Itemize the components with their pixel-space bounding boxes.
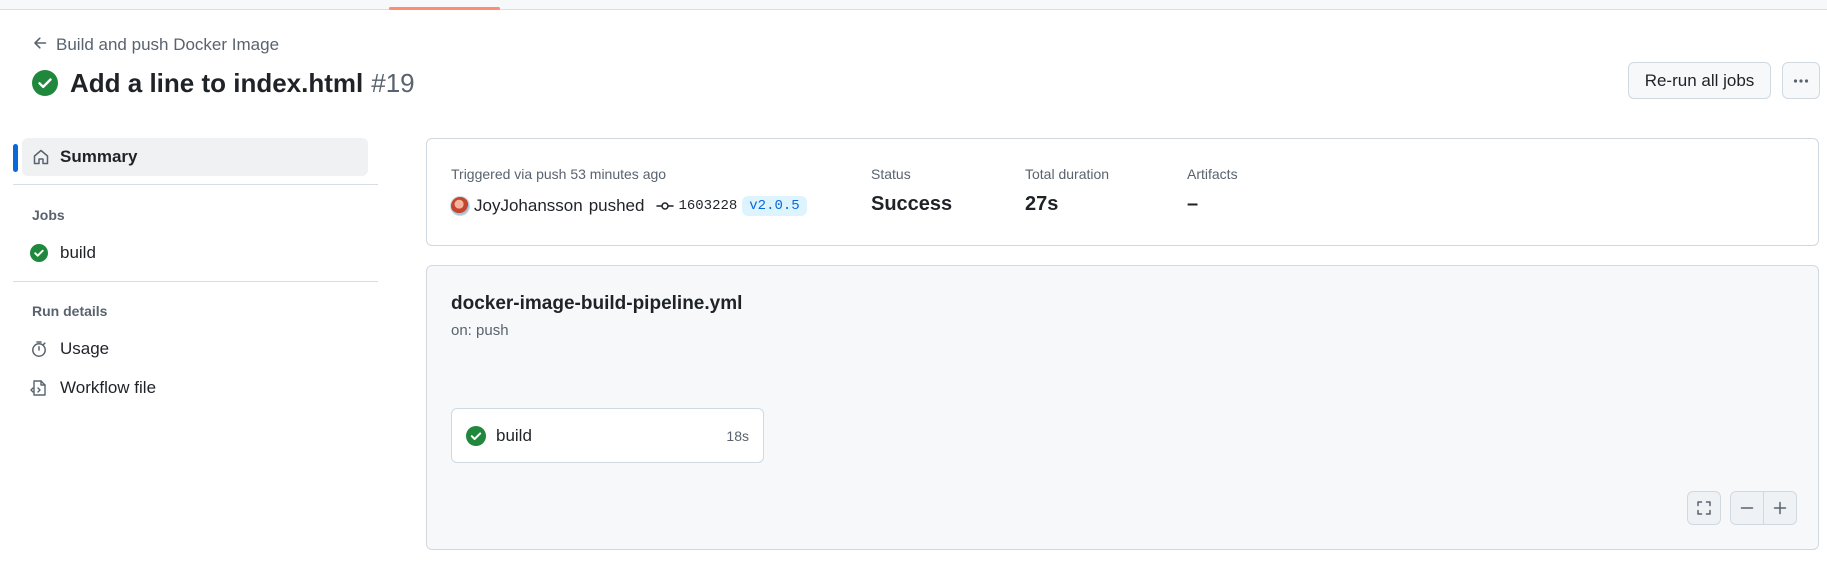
active-indicator: [13, 144, 18, 172]
push-info: JoyJohansson pushed 1603228 v2.0.5: [450, 194, 807, 218]
fullscreen-button[interactable]: [1687, 491, 1721, 525]
top-nav-strip: [0, 0, 1827, 10]
plus-icon: [1773, 501, 1787, 515]
check-circle-icon: [30, 244, 48, 262]
check-circle-icon: [466, 425, 486, 446]
active-tab-underline: [389, 7, 500, 10]
job-name: build: [496, 425, 532, 445]
commit-sha-link[interactable]: 1603228: [678, 198, 737, 214]
back-link-label[interactable]: Build and push Docker Image: [56, 35, 279, 55]
git-commit-icon: [656, 202, 675, 210]
check-circle-icon: [32, 70, 58, 96]
sidebar-item-workflow-file[interactable]: Workflow file: [30, 375, 156, 401]
run-header: Build and push Docker Image Add a line t…: [32, 34, 415, 102]
sidebar-item-summary[interactable]: Summary: [22, 138, 368, 176]
more-options-button[interactable]: [1782, 62, 1820, 99]
duration-label: Total duration: [1025, 166, 1110, 182]
kebab-horizontal-icon: [1793, 78, 1809, 83]
run-number: #19: [371, 67, 415, 98]
rerun-all-jobs-button[interactable]: Re-run all jobs: [1628, 62, 1771, 99]
divider: [13, 281, 378, 282]
workflow-graph: docker-image-build-pipeline.yml on: push…: [426, 265, 1819, 550]
status-label: Status: [871, 166, 911, 182]
zoom-out-button[interactable]: [1730, 491, 1764, 525]
back-to-workflow-link[interactable]: Build and push Docker Image: [32, 34, 415, 56]
run-summary-card: Triggered via push 53 minutes ago JoyJoh…: [426, 138, 1819, 246]
jobs-heading: Jobs: [32, 207, 65, 223]
run-details-heading: Run details: [32, 303, 108, 319]
status-value: Success: [871, 193, 953, 215]
run-title: Add a line to index.html: [70, 67, 364, 98]
job-card-build[interactable]: build 18s: [451, 408, 764, 463]
trigger-text: Triggered via push 53 minutes ago: [451, 166, 667, 182]
arrow-left-icon: [32, 35, 48, 56]
workflow-trigger: on: push: [451, 322, 509, 339]
avatar[interactable]: [450, 196, 470, 216]
stopwatch-icon: [32, 341, 46, 357]
sidebar-item-label: Summary: [60, 147, 138, 166]
sidebar-item-usage[interactable]: Usage: [30, 336, 109, 362]
zoom-in-button[interactable]: [1763, 491, 1797, 525]
job-duration: 18s: [726, 427, 749, 444]
artifacts-value: –: [1187, 193, 1199, 215]
artifacts-label: Artifacts: [1187, 166, 1238, 182]
workflow-file-name: docker-image-build-pipeline.yml: [451, 293, 743, 314]
page-title: Add a line to index.html #19: [32, 64, 415, 102]
divider: [13, 184, 378, 185]
tag-badge[interactable]: v2.0.5: [742, 196, 807, 216]
duration-value: 27s: [1025, 193, 1059, 215]
sidebar-item-build[interactable]: build: [30, 240, 96, 266]
home-icon: [33, 149, 49, 165]
sidebar-item-label: Workflow file: [60, 378, 157, 397]
file-code-icon: [30, 380, 46, 396]
actor-link[interactable]: JoyJohansson: [474, 196, 583, 216]
sidebar-item-label: Usage: [60, 339, 110, 358]
push-action: pushed: [588, 196, 645, 215]
minus-icon: [1740, 507, 1754, 509]
screen-full-icon: [1697, 501, 1711, 515]
sidebar-item-label: build: [60, 243, 96, 262]
